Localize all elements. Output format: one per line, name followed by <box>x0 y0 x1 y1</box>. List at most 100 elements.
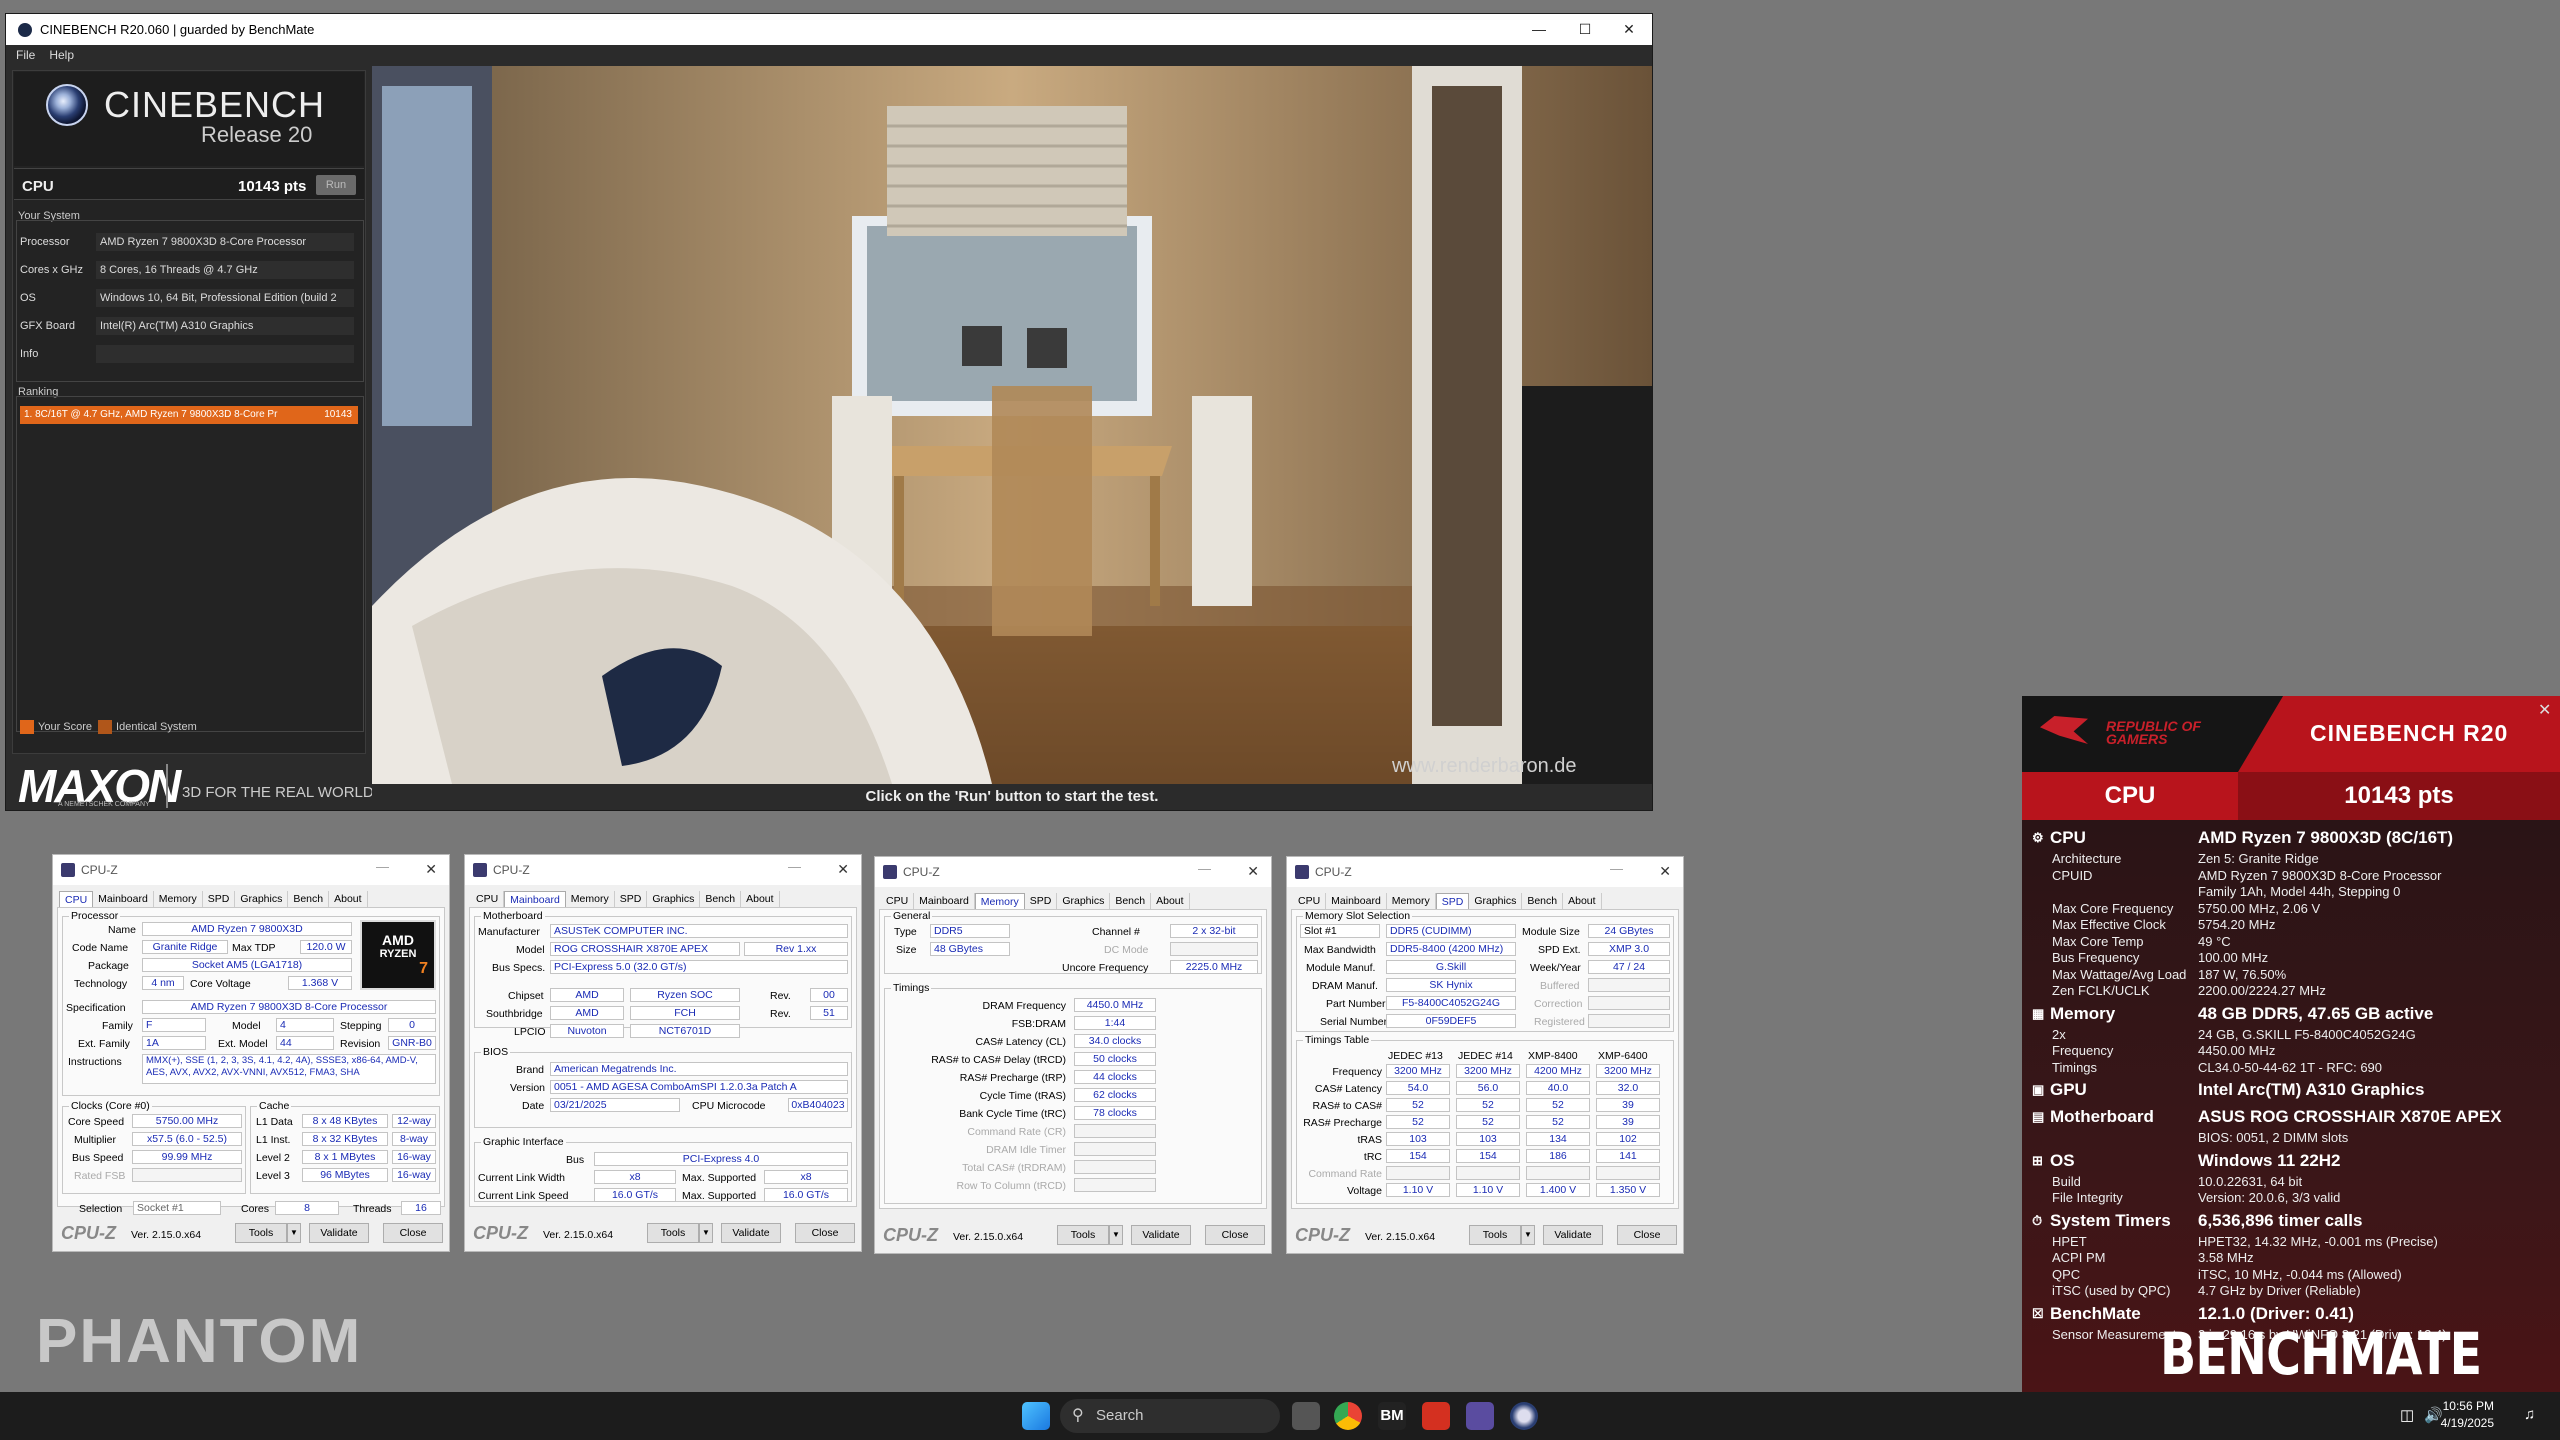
network-icon[interactable]: ◫ <box>2400 1406 2414 1424</box>
cpuz-taskbar-icon[interactable] <box>1466 1402 1494 1430</box>
field-label: Ext. Family <box>78 1038 130 1050</box>
tools-button[interactable]: Tools <box>1469 1225 1521 1245</box>
taskbar-search[interactable]: ⚲ Search <box>1060 1399 1280 1433</box>
spd-cell: 56.0 <box>1456 1081 1520 1095</box>
validate-button[interactable]: Validate <box>1543 1225 1603 1245</box>
clock[interactable]: 10:56 PM 4/19/2025 <box>2441 1398 2494 1432</box>
close-icon[interactable]: ✕ <box>1659 863 1671 880</box>
menu-help[interactable]: Help <box>49 48 74 62</box>
field-label: Channel # <box>1092 926 1140 938</box>
minimize-button[interactable]: — <box>1516 14 1562 45</box>
spd-cell: 52 <box>1456 1115 1520 1129</box>
minimize-button[interactable]: — <box>1198 861 1211 876</box>
system-value: Windows 10, 64 Bit, Professional Edition… <box>96 289 354 307</box>
ranking-entry[interactable]: 1. 8C/16T @ 4.7 GHz, AMD Ryzen 7 9800X3D… <box>20 406 358 424</box>
section-heading: OS <box>2050 1150 2075 1170</box>
close-icon[interactable]: ✕ <box>425 861 437 878</box>
uncore-value: 2225.0 MHz <box>1170 960 1258 974</box>
tab-spd[interactable]: SPD <box>203 891 236 907</box>
detail-key: Timings <box>2052 1059 2098 1075</box>
spd-row-label: CAS# Latency <box>1314 1083 1382 1095</box>
timing-label: Command Rate (CR) <box>967 1126 1066 1138</box>
tools-button[interactable]: Tools <box>647 1223 699 1243</box>
l2-value: 8 x 1 MBytes <box>302 1150 388 1164</box>
tools-dropdown-icon[interactable]: ▼ <box>699 1223 713 1243</box>
minimize-button[interactable]: — <box>376 859 389 874</box>
detail-value: CL34.0-50-44-62 1T - RFC: 690 <box>2198 1059 2383 1075</box>
field-label: Date <box>522 1100 545 1112</box>
section-heading-value: AMD Ryzen 7 9800X3D (8C/16T) <box>2198 828 2454 847</box>
close-button[interactable]: Close <box>1617 1225 1677 1245</box>
render-watermark: www.renderbaron.de <box>1391 755 1577 777</box>
tools-dropdown-icon[interactable]: ▼ <box>287 1223 301 1243</box>
tab-memory[interactable]: Memory <box>154 891 203 907</box>
spd-row-label: Command Rate <box>1308 1168 1382 1180</box>
spec-value: AMD Ryzen 7 9800X3D 8-Core Processor <box>142 1000 436 1014</box>
field-label: Code Name <box>72 942 129 954</box>
tab-about[interactable]: About <box>1151 893 1190 909</box>
benchmate-taskbar-icon[interactable]: BM <box>1378 1402 1406 1430</box>
tab-mainboard[interactable]: Mainboard <box>93 891 154 907</box>
tools-button[interactable]: Tools <box>235 1223 287 1243</box>
slot-select[interactable]: Slot #1 <box>1300 924 1380 938</box>
system-key: OS <box>20 292 36 304</box>
tab-about[interactable]: About <box>741 891 780 907</box>
tab-graphics[interactable]: Graphics <box>647 891 701 907</box>
tab-graphics[interactable]: Graphics <box>235 891 289 907</box>
validate-button[interactable]: Validate <box>721 1223 781 1243</box>
tab-bench[interactable]: Bench <box>700 891 742 907</box>
close-icon[interactable]: ✕ <box>1247 863 1259 880</box>
tab-mainboard[interactable]: Mainboard <box>504 891 566 907</box>
tab-cpu[interactable]: CPU <box>1293 893 1327 909</box>
tab-spd[interactable]: SPD <box>615 891 648 907</box>
cinebench-taskbar-icon[interactable] <box>1510 1402 1538 1430</box>
busspeed-value: 99.99 MHz <box>132 1150 242 1164</box>
tab-cpu[interactable]: CPU <box>59 891 94 907</box>
tab-spd[interactable]: SPD <box>1025 893 1058 909</box>
tab-cpu[interactable]: CPU <box>881 893 915 909</box>
tab-memory[interactable]: Memory <box>566 891 615 907</box>
tab-graphics[interactable]: Graphics <box>1057 893 1111 909</box>
minimize-button[interactable]: — <box>1610 861 1623 876</box>
maximize-button[interactable]: ☐ <box>1562 14 1608 45</box>
close-button[interactable]: ✕ <box>1606 14 1652 45</box>
tab-bench[interactable]: Bench <box>1110 893 1152 909</box>
run-button[interactable]: Run <box>316 175 356 195</box>
close-icon[interactable]: ✕ <box>2538 700 2551 720</box>
close-button[interactable]: Close <box>795 1223 855 1243</box>
close-button[interactable]: Close <box>383 1223 443 1243</box>
tab-spd[interactable]: SPD <box>1435 893 1470 909</box>
cpu-label: CPU <box>22 178 54 195</box>
spdext-value: XMP 3.0 <box>1588 942 1670 956</box>
system-key: GFX Board <box>20 320 76 332</box>
socket-select[interactable]: Socket #1 <box>133 1201 221 1215</box>
tab-graphics[interactable]: Graphics <box>1469 893 1523 909</box>
tab-memory[interactable]: Memory <box>974 893 1025 909</box>
close-button[interactable]: Close <box>1205 1225 1265 1245</box>
validate-button[interactable]: Validate <box>1131 1225 1191 1245</box>
info-input[interactable] <box>96 345 354 363</box>
close-icon[interactable]: ✕ <box>837 861 849 878</box>
start-windows-icon[interactable] <box>1022 1402 1050 1430</box>
tab-memory[interactable]: Memory <box>1387 893 1436 909</box>
hwinfo-icon[interactable] <box>1422 1402 1450 1430</box>
tab-about[interactable]: About <box>1563 893 1602 909</box>
minimize-button[interactable]: — <box>788 859 801 874</box>
tools-button[interactable]: Tools <box>1057 1225 1109 1245</box>
tools-dropdown-icon[interactable]: ▼ <box>1109 1225 1123 1245</box>
notification-bell-icon[interactable]: ♫ <box>2524 1406 2535 1423</box>
validate-button[interactable]: Validate <box>309 1223 369 1243</box>
detail-value: Version: 20.0.6, 3/3 valid <box>2198 1190 2341 1205</box>
tab-mainboard[interactable]: Mainboard <box>914 893 975 909</box>
tab-bench[interactable]: Bench <box>288 891 330 907</box>
tab-about[interactable]: About <box>329 891 368 907</box>
menu-file[interactable]: File <box>16 48 35 62</box>
chrome-icon[interactable] <box>1334 1402 1362 1430</box>
field-label: Uncore Frequency <box>1062 962 1149 974</box>
tab-cpu[interactable]: CPU <box>471 891 505 907</box>
tools-dropdown-icon[interactable]: ▼ <box>1521 1225 1535 1245</box>
tab-mainboard[interactable]: Mainboard <box>1326 893 1387 909</box>
detail-value: Family 1Ah, Model 44h, Stepping 0 <box>2198 884 2401 899</box>
tab-bench[interactable]: Bench <box>1522 893 1564 909</box>
task-view-icon[interactable] <box>1292 1402 1320 1430</box>
